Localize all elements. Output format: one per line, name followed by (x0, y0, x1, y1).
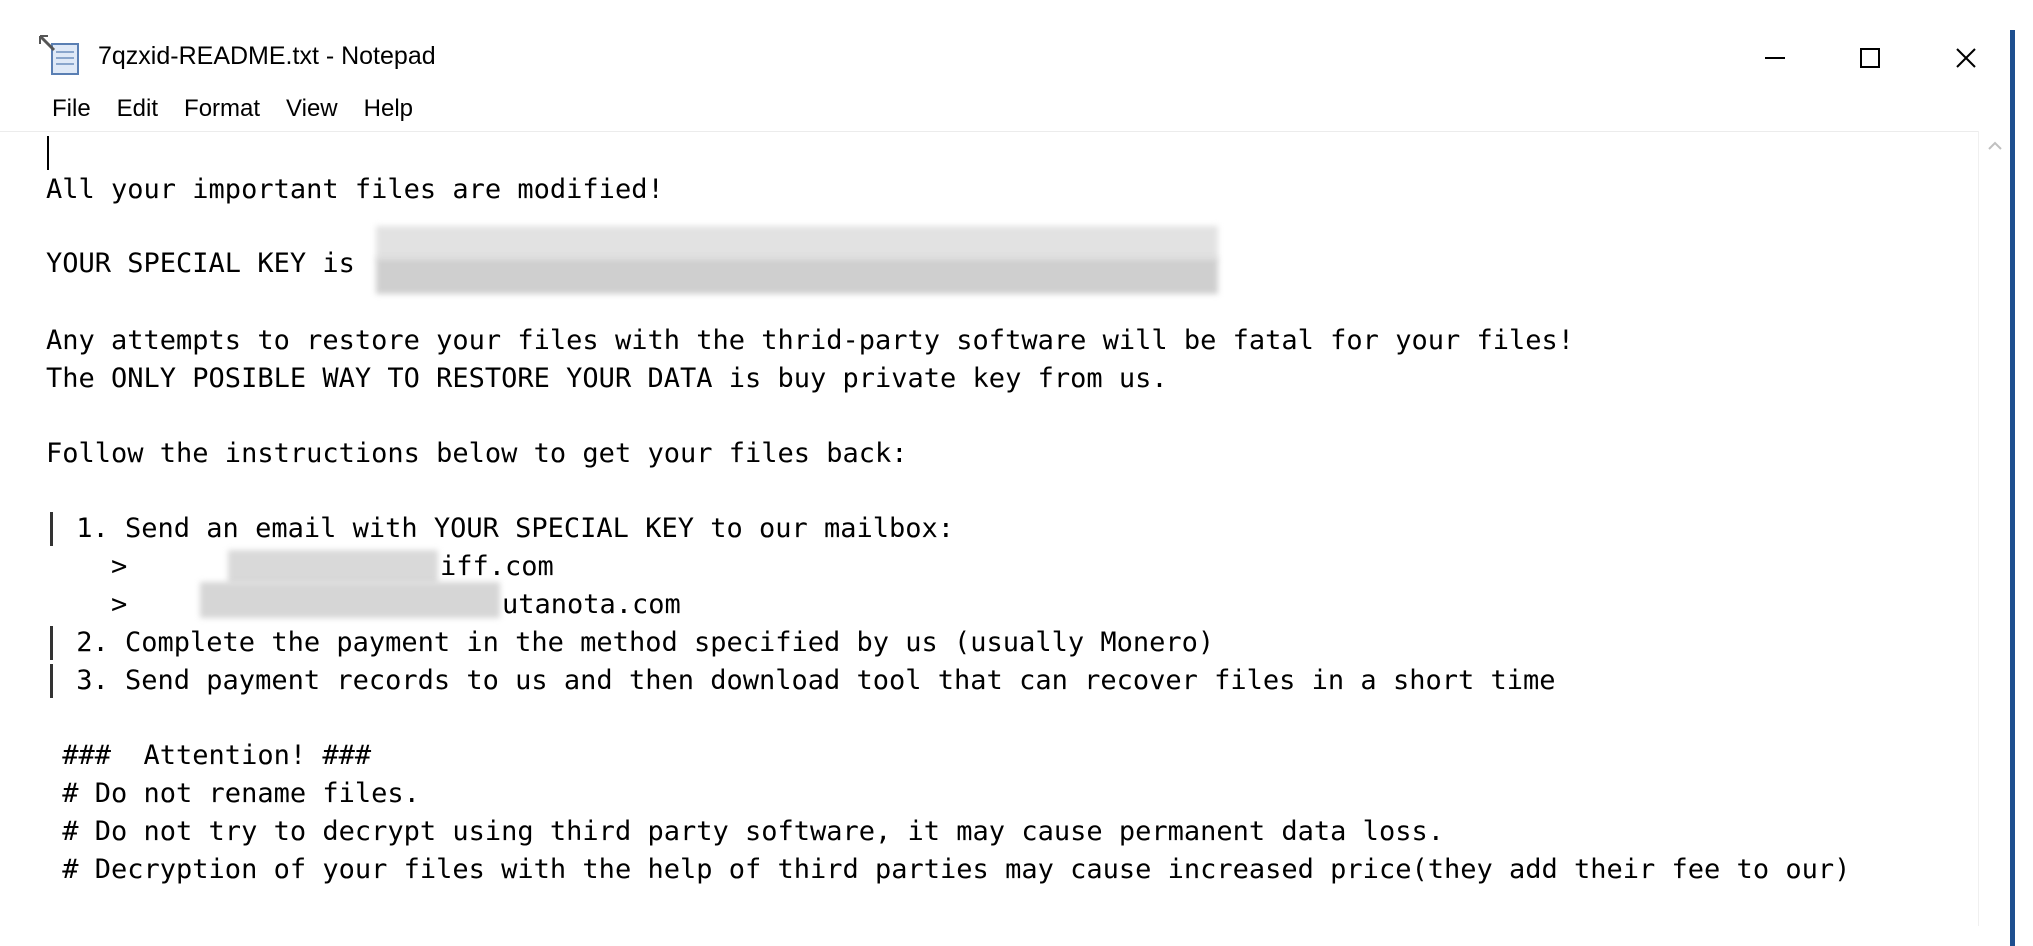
doc-line-mail-1-domain: iff.com (440, 551, 554, 582)
menu-help[interactable]: Help (348, 93, 423, 133)
doc-line-step-3: 3. Send payment records to us and then d… (60, 665, 1556, 696)
minimize-button[interactable] (1727, 24, 1823, 92)
doc-line-mail-2-domain: utanota.com (502, 589, 681, 620)
menu-bar: File Edit Format View Help (36, 93, 423, 133)
doc-line-note-2: # Do not try to decrypt using third part… (46, 816, 1444, 847)
doc-line-note-1: # Do not rename files. (46, 778, 420, 809)
redacted-email-2 (200, 582, 500, 618)
title-bar: 7qzxid-README.txt - Notepad (0, 0, 2010, 82)
menu-file[interactable]: File (36, 93, 101, 133)
menu-view[interactable]: View (270, 93, 348, 133)
close-button[interactable] (1918, 24, 2014, 92)
doc-line-follow: Follow the instructions below to get you… (46, 438, 908, 469)
redacted-key-top (376, 226, 1218, 260)
minimize-icon (1763, 46, 1787, 70)
notepad-icon (38, 34, 82, 78)
text-caret (47, 136, 49, 170)
doc-line-note-3: # Decryption of your files with the help… (46, 854, 1851, 885)
doc-line-mail-2-prefix: > (46, 589, 128, 620)
doc-line-step-1: 1. Send an email with YOUR SPECIAL KEY t… (60, 513, 955, 544)
step-bar (50, 512, 53, 546)
vertical-scrollbar[interactable] (1978, 131, 2011, 926)
redacted-key-bottom (376, 258, 1218, 294)
maximize-icon (1858, 46, 1882, 70)
close-icon (1954, 46, 1978, 70)
doc-line-step-2: 2. Complete the payment in the method sp… (60, 627, 1215, 658)
menu-edit[interactable]: Edit (101, 93, 168, 133)
step-bar (50, 664, 53, 698)
doc-line-warning-2: The ONLY POSIBLE WAY TO RESTORE YOUR DAT… (46, 363, 1168, 394)
menu-format[interactable]: Format (168, 93, 270, 133)
scroll-up-arrow-icon[interactable] (1987, 139, 2003, 158)
doc-line-key-label: YOUR SPECIAL KEY is (46, 248, 372, 279)
step-bar (50, 626, 53, 660)
doc-line-attention: ### Attention! ### (46, 740, 372, 771)
doc-line-warning-1: Any attempts to restore your files with … (46, 325, 1575, 356)
window-title: 7qzxid-README.txt - Notepad (98, 42, 436, 70)
window-edge (2010, 30, 2015, 946)
maximize-button[interactable] (1822, 24, 1918, 92)
doc-line-modified: All your important files are modified! (46, 174, 664, 205)
doc-line-mail-1-prefix: > (46, 551, 128, 582)
redacted-email-1 (228, 550, 438, 584)
